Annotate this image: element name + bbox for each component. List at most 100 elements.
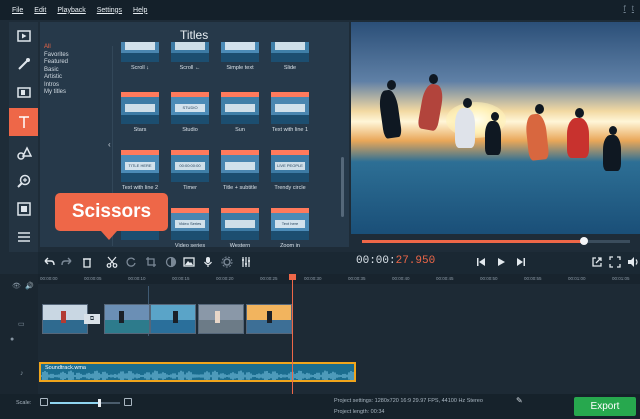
- audio-icon[interactable]: [201, 255, 215, 269]
- menu-settings[interactable]: Settings: [97, 7, 122, 14]
- menu-help[interactable]: Help: [133, 7, 147, 14]
- title-tile[interactable]: [121, 42, 159, 62]
- fullscreen-icon[interactable]: [608, 255, 622, 269]
- title-tile-label: Video series: [174, 243, 206, 247]
- social-links: f t: [624, 4, 634, 13]
- library-scrollbar[interactable]: [341, 157, 344, 217]
- scale-slider[interactable]: [50, 399, 120, 407]
- video-clip[interactable]: [246, 304, 292, 334]
- ruler-tick-label: 00:00:30: [304, 276, 322, 281]
- link-icon[interactable]: ●: [10, 336, 14, 343]
- timecode-display: 00:00:27.950: [356, 255, 435, 267]
- scrubber-handle[interactable]: [580, 237, 589, 245]
- zoom-icon[interactable]: [9, 169, 38, 193]
- rotate-icon[interactable]: [124, 255, 138, 269]
- crop-icon[interactable]: [144, 255, 158, 269]
- video-clip[interactable]: [42, 304, 88, 334]
- tile-preview-text: [125, 104, 155, 112]
- import-icon[interactable]: [9, 24, 38, 48]
- menu-edit[interactable]: Edit: [34, 7, 46, 14]
- video-preview[interactable]: [351, 22, 640, 234]
- equalizer-icon[interactable]: [239, 255, 253, 269]
- zoom-out-icon[interactable]: [40, 398, 48, 406]
- title-tile[interactable]: LIVE PEOPLE LIVE: [271, 150, 309, 182]
- title-tile[interactable]: [121, 92, 159, 124]
- tile-preview-text: [225, 104, 255, 112]
- scissors-icon[interactable]: [105, 255, 119, 269]
- title-tile[interactable]: [221, 208, 259, 240]
- person-silhouette: [603, 135, 621, 171]
- stickers-icon[interactable]: [9, 141, 38, 165]
- video-clip[interactable]: [198, 304, 244, 334]
- undo-icon[interactable]: [42, 255, 56, 269]
- settings-icon[interactable]: [220, 255, 234, 269]
- ruler-tick-label: 00:01:00: [568, 276, 586, 281]
- playhead[interactable]: [292, 274, 293, 394]
- ruler-tick-label: 00:00:05: [84, 276, 102, 281]
- tile-preview-text: TITLE HERE: [125, 162, 155, 170]
- scale-slider-handle[interactable]: [98, 399, 101, 407]
- title-tile-label: Scroll ↓: [130, 65, 150, 71]
- image-icon[interactable]: [182, 255, 196, 269]
- more-tools-icon[interactable]: [9, 225, 38, 249]
- status-bar: Scale: Project settings: 1280x720 16:9 2…: [0, 394, 640, 419]
- title-tile[interactable]: TITLE HERE: [121, 150, 159, 182]
- play-icon[interactable]: [494, 255, 508, 269]
- ruler-tick-label: 00:00:55: [524, 276, 542, 281]
- title-tile[interactable]: Video Series: [171, 208, 209, 240]
- facebook-icon[interactable]: f: [624, 4, 626, 13]
- person-head: [575, 108, 584, 118]
- scrubber-progress: [362, 240, 585, 243]
- title-tile[interactable]: [271, 42, 309, 62]
- title-tile[interactable]: [221, 42, 259, 62]
- transitions-icon[interactable]: [9, 80, 38, 104]
- title-tile[interactable]: [171, 42, 209, 62]
- panel-title: Titles: [180, 28, 209, 42]
- export-view-icon[interactable]: [590, 255, 604, 269]
- transition-marker[interactable]: ⧉: [84, 314, 100, 324]
- title-tile[interactable]: [271, 92, 309, 124]
- time-ruler[interactable]: 00:00:00 00:00:05 00:00:10 00:00:15 00:00:20…: [38, 274, 640, 284]
- person-head: [429, 74, 438, 84]
- tile-preview-text: [175, 42, 205, 50]
- volume-icon[interactable]: [626, 255, 640, 269]
- track-mute-icon[interactable]: 🔊: [25, 282, 34, 290]
- title-tile-label: Studio: [182, 127, 198, 133]
- tile-preview-text: Text here: [275, 220, 305, 228]
- timecode-prefix: 00:00:: [356, 255, 396, 267]
- menu-playback[interactable]: Playback: [57, 7, 85, 14]
- timeline[interactable]: 👁 🔊 ▭ ● ♪ 00:00:00 00:00:05 00:00:10 00:00:…: [0, 274, 640, 394]
- redo-icon[interactable]: [60, 255, 74, 269]
- audio-waveform: [41, 370, 354, 380]
- audio-clip[interactable]: Soundtrack.wma: [39, 362, 356, 382]
- chroma-key-icon[interactable]: [9, 197, 38, 221]
- title-tile[interactable]: STUDIO: [171, 92, 209, 124]
- export-button[interactable]: Export: [574, 397, 636, 416]
- ruler-tick-label: 00:00:00: [40, 276, 58, 281]
- delete-icon[interactable]: [80, 255, 94, 269]
- zoom-in-icon[interactable]: [124, 398, 132, 406]
- filters-icon[interactable]: [9, 52, 38, 76]
- color-adjust-icon[interactable]: [164, 255, 178, 269]
- ruler-tick-label: 00:00:40: [392, 276, 410, 281]
- title-tile[interactable]: [221, 150, 259, 182]
- ruler-tick-label: 00:00:15: [172, 276, 190, 281]
- title-tile[interactable]: 00:00:00:00: [171, 150, 209, 182]
- tile-preview-text: [225, 42, 255, 50]
- ruler-tick-label: 00:00:10: [128, 276, 146, 281]
- titles-icon[interactable]: [9, 108, 38, 136]
- twitter-icon[interactable]: t: [632, 4, 634, 13]
- menu-file[interactable]: File: [12, 7, 23, 14]
- skip-forward-icon[interactable]: [514, 255, 528, 269]
- video-clip[interactable]: [104, 304, 150, 334]
- tile-preview-text: [225, 220, 255, 228]
- title-tile-label: Zoom in: [280, 243, 300, 247]
- preview-scrubber[interactable]: [362, 237, 630, 245]
- tile-preview-text: [275, 42, 305, 50]
- track-visibility-icon[interactable]: 👁: [12, 282, 21, 290]
- title-tile[interactable]: Text here: [271, 208, 309, 240]
- edit-settings-icon[interactable]: ✎: [516, 396, 523, 405]
- video-clip[interactable]: [150, 304, 196, 334]
- skip-back-icon[interactable]: [474, 255, 488, 269]
- title-tile[interactable]: [221, 92, 259, 124]
